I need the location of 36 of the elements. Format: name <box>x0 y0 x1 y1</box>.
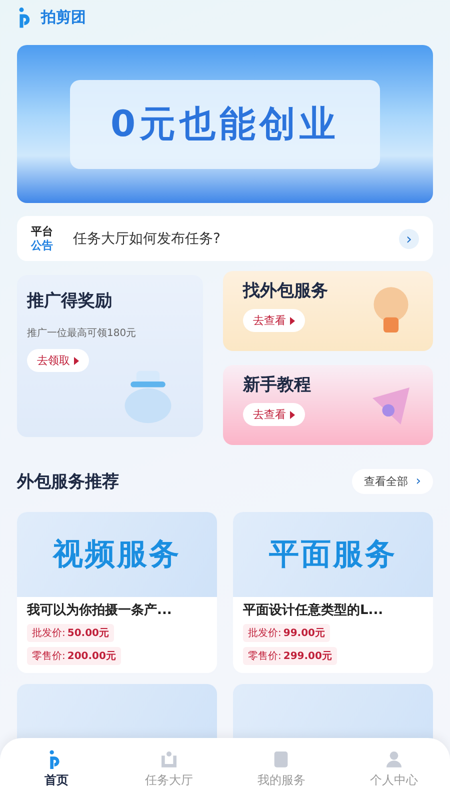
card-title: 推广得奖励 <box>27 290 112 312</box>
app-name: 拍剪团 <box>41 8 86 26</box>
view-button[interactable]: 去查看 <box>243 403 305 426</box>
view-all-button[interactable]: 查看全部 › <box>352 469 433 494</box>
wholesale-price: 批发价: 99.00元 <box>243 624 330 642</box>
feature-card[interactable]: 新手教程 去查看 <box>223 365 433 445</box>
tab[interactable]: 首页 <box>0 738 112 800</box>
notice-label: 公告 <box>31 238 53 252</box>
triangle-icon <box>74 356 79 364</box>
retail-price: 零售价: 299.00元 <box>243 647 337 665</box>
notice-label: 平台 <box>31 224 53 238</box>
promo-banner[interactable]: 0元也能创业 <box>17 45 433 203</box>
card-subtitle: 推广一位最高可领180元 <box>27 326 136 340</box>
service-card[interactable]: 视频服务 我可以为你拍摄一条产... 批发价: 50.00元 零售价: 200.00元 <box>17 512 217 673</box>
banner-title: 平面服务 <box>269 536 397 574</box>
triangle-icon <box>290 410 295 418</box>
banner-title: 0元也能创业 <box>70 80 380 168</box>
notice-text: 任务大厅如何发布任务? <box>73 230 222 248</box>
service-title: 平面设计任意类型的L... <box>243 602 384 619</box>
user-icon <box>384 749 404 769</box>
arrow-button[interactable]: › <box>399 228 419 248</box>
card-title: 新手教程 <box>243 374 311 396</box>
card-title: 找外包服务 <box>243 280 328 302</box>
feature-card[interactable]: 找外包服务 去查看 <box>223 271 433 351</box>
promo-card[interactable]: 推广得奖励 推广一位最高可领180元 去领取 <box>17 275 203 437</box>
service-title: 我可以为你拍摄一条产... <box>27 602 172 619</box>
banner-title: 视频服务 <box>53 536 181 574</box>
service-card[interactable]: 平面服务 平面设计任意类型的L... 批发价: 99.00元 零售价: 299.00元 <box>233 512 433 673</box>
notice-bar[interactable]: 平台 公告 任务大厅如何发布任务? › <box>17 216 433 261</box>
view-button[interactable]: 去查看 <box>243 309 305 332</box>
wholesale-price: 批发价: 50.00元 <box>27 624 114 642</box>
section-title: 外包服务推荐 <box>17 471 119 493</box>
claim-button[interactable]: 去领取 <box>27 349 89 372</box>
tray-icon <box>158 749 179 769</box>
triangle-icon <box>290 316 295 324</box>
retail-price: 零售价: 200.00元 <box>27 647 121 665</box>
